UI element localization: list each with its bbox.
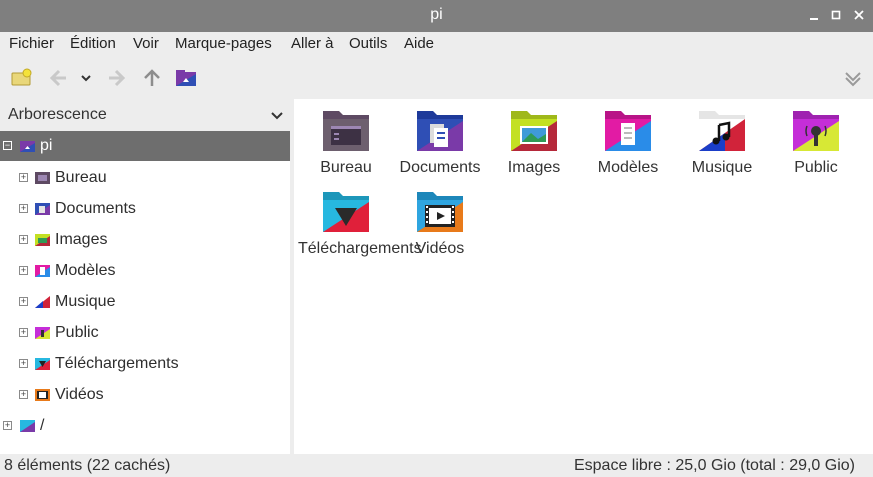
tree-item-public[interactable]: + Public [0, 318, 290, 348]
tree-item-label: pi [40, 137, 53, 154]
side-pane-mode-label[interactable]: Arborescence [8, 106, 107, 124]
tree-item-home[interactable]: − pi [0, 131, 290, 161]
parent-folder-button[interactable] [140, 66, 164, 90]
menu-bar: Fichier Édition Voir Marque-pages Aller … [0, 32, 873, 58]
file-item-label: Documents [399, 159, 481, 176]
tree-item-documents[interactable]: + Documents [0, 194, 290, 224]
music-folder-icon [35, 296, 50, 308]
expand-icon[interactable]: + [19, 328, 28, 337]
file-view: Bureau Documents Images Modèles Musique … [294, 99, 873, 454]
tree-item-label: Public [55, 324, 99, 341]
tree-item-label: Musique [55, 293, 116, 310]
directory-tree: − pi + Bureau + Documents + Images + Mod… [0, 131, 290, 454]
public-folder-icon [35, 327, 50, 339]
chevron-down-icon [81, 75, 91, 82]
tree-item-videos[interactable]: + Vidéos [0, 380, 290, 410]
file-item-label: Images [507, 159, 561, 176]
maximize-button[interactable] [826, 5, 846, 25]
title-bar: pi [0, 0, 873, 32]
videos-folder-icon [417, 192, 463, 232]
tree-item-root-filesystem[interactable]: + / [0, 411, 290, 441]
file-item-label: Bureau [320, 159, 372, 176]
tree-item-label: Bureau [55, 169, 107, 186]
documents-folder-icon [35, 203, 50, 215]
history-dropdown-button[interactable] [76, 66, 96, 90]
images-folder-icon [35, 234, 50, 246]
back-button[interactable] [45, 66, 69, 90]
expand-icon[interactable]: + [3, 421, 12, 430]
side-pane: Arborescence − pi + Bureau + Documents +… [0, 99, 290, 454]
up-arrow-icon [144, 69, 160, 86]
menu-marque-pages[interactable]: Marque-pages [175, 35, 272, 52]
file-item-label: Téléchargements [298, 240, 422, 257]
toolbar [0, 58, 873, 150]
forward-arrow-icon [109, 69, 126, 87]
home-folder-icon [20, 141, 35, 152]
music-folder-icon [699, 111, 745, 151]
status-bar: 8 éléments (22 cachés) Espace libre : 25… [0, 454, 873, 477]
new-tab-icon [11, 68, 32, 86]
menu-voir[interactable]: Voir [133, 35, 159, 52]
desktop-folder-icon [323, 111, 369, 151]
file-item-label: Modèles [597, 159, 659, 176]
menu-outils[interactable]: Outils [349, 35, 387, 52]
templates-folder-icon [605, 111, 651, 151]
back-arrow-icon [49, 69, 66, 87]
expand-icon[interactable]: + [19, 359, 28, 368]
tree-item-musique[interactable]: + Musique [0, 287, 290, 317]
free-space-status: Espace libre : 25,0 Gio (total : 29,0 Gi… [573, 457, 855, 474]
close-icon [854, 10, 864, 20]
maximize-icon [831, 10, 841, 20]
tree-item-label: Téléchargements [55, 355, 179, 372]
menu-fichier[interactable]: Fichier [9, 35, 54, 52]
tree-item-label: / [40, 417, 45, 434]
expand-icon[interactable]: + [19, 297, 28, 306]
tree-item-modeles[interactable]: + Modèles [0, 256, 290, 286]
file-item-label: Musique [691, 159, 753, 176]
documents-folder-icon [417, 111, 463, 151]
expand-icon[interactable]: + [19, 235, 28, 244]
tree-item-label: Images [55, 231, 108, 248]
go-jump-icon [845, 72, 861, 87]
expand-icon[interactable]: + [19, 204, 28, 213]
home-button[interactable] [174, 66, 198, 90]
minimize-button[interactable] [804, 5, 824, 25]
new-tab-button[interactable] [10, 66, 34, 90]
drive-folder-icon [20, 420, 35, 432]
desktop-folder-icon [35, 172, 50, 184]
item-count-status: 8 éléments (22 cachés) [4, 457, 171, 474]
tree-item-telechargements[interactable]: + Téléchargements [0, 349, 290, 379]
tree-item-bureau[interactable]: + Bureau [0, 163, 290, 193]
expand-icon[interactable]: + [19, 173, 28, 182]
home-folder-icon [176, 70, 196, 86]
menu-aller-a[interactable]: Aller à [291, 35, 334, 52]
go-button[interactable] [841, 66, 865, 90]
templates-folder-icon [35, 265, 50, 277]
expand-icon[interactable]: + [19, 390, 28, 399]
window-title: pi [430, 6, 443, 23]
collapse-icon[interactable]: − [3, 141, 12, 150]
tree-item-images[interactable]: + Images [0, 225, 290, 255]
images-folder-icon [511, 111, 557, 151]
videos-folder-icon [35, 389, 50, 401]
chevron-down-icon[interactable] [270, 105, 284, 128]
close-button[interactable] [849, 5, 869, 25]
expand-icon[interactable]: + [19, 266, 28, 275]
downloads-folder-icon [35, 358, 50, 370]
menu-edition[interactable]: Édition [70, 35, 116, 52]
forward-button[interactable] [106, 66, 130, 90]
menu-aide[interactable]: Aide [404, 35, 434, 52]
tree-item-label: Modèles [55, 262, 116, 279]
minimize-icon [810, 18, 818, 20]
tree-item-label: Vidéos [55, 386, 104, 403]
tree-item-label: Documents [55, 200, 136, 217]
file-item-label: Public [794, 159, 838, 176]
file-item-label: Vidéos [415, 240, 465, 257]
public-folder-icon [793, 111, 839, 151]
downloads-folder-icon [323, 192, 369, 232]
